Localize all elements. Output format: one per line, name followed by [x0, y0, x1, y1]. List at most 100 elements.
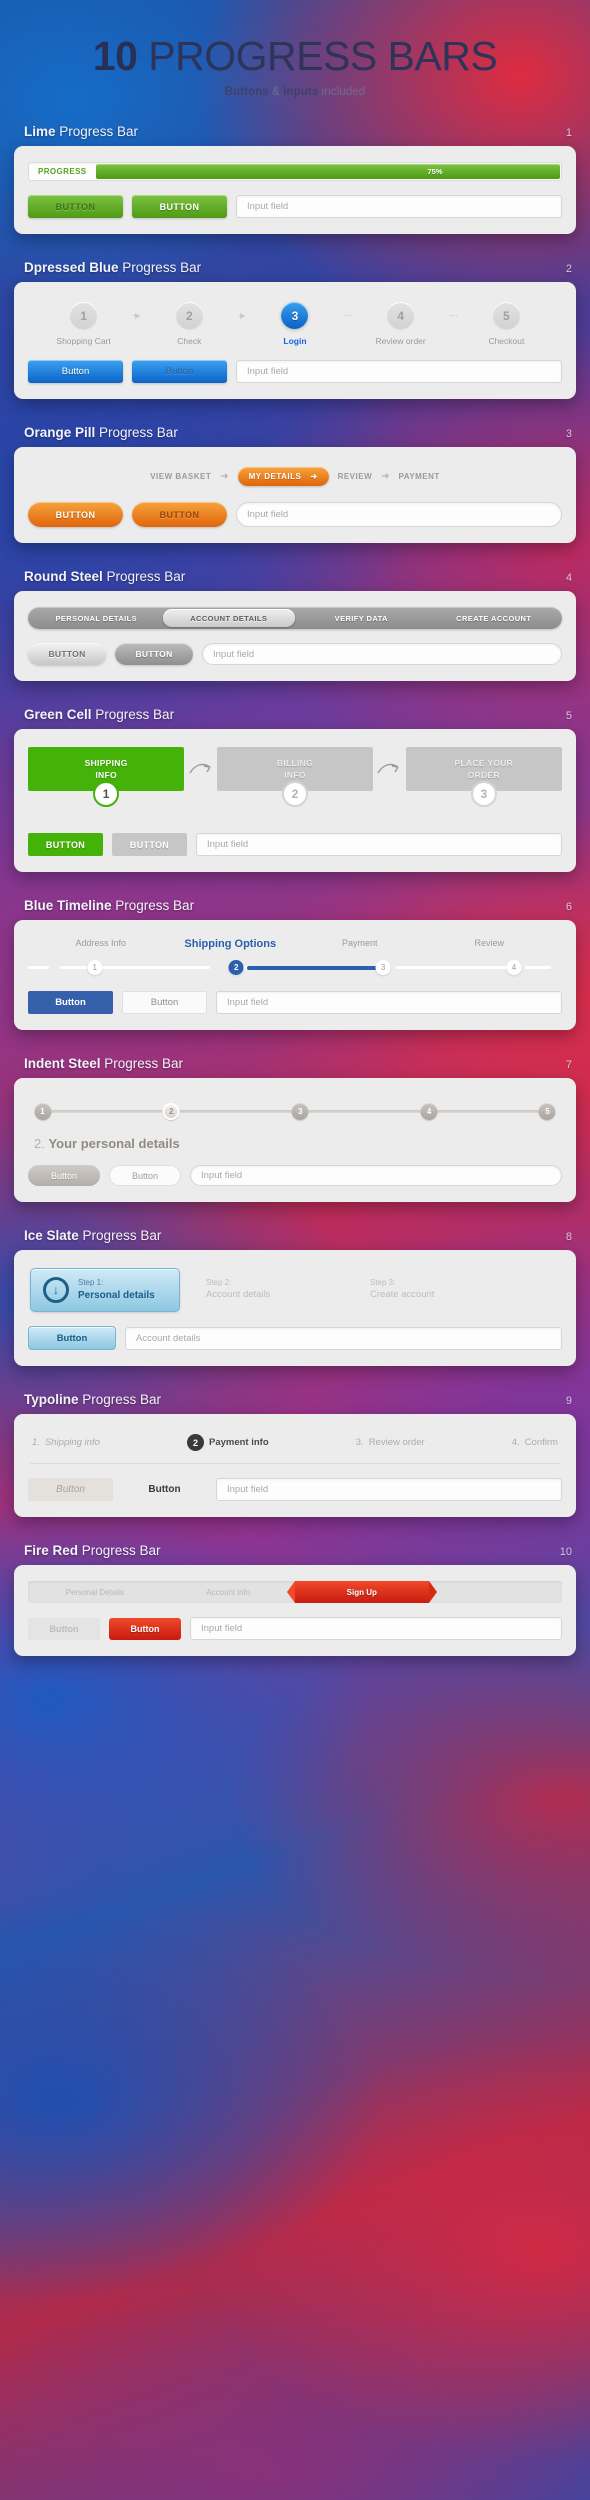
page-title: 10 PROGRESS BARS: [0, 36, 590, 77]
step-item[interactable]: 4 Review order: [351, 302, 450, 346]
step-label[interactable]: Payment: [295, 938, 425, 950]
section-number: 3: [565, 428, 572, 440]
indent-dot[interactable]: 1: [34, 1103, 52, 1120]
fire-step[interactable]: Personal Details: [28, 1581, 162, 1603]
step-label: Shopping Cart: [56, 336, 111, 346]
fire-step-active[interactable]: Sign Up: [287, 1581, 436, 1603]
timeline-dot[interactable]: 3: [375, 960, 391, 975]
timeline-input-field[interactable]: Input field: [216, 991, 562, 1014]
ice-step[interactable]: Step 3: Create account: [358, 1270, 508, 1310]
ice-step-active[interactable]: ↓ Step 1: Personal details: [30, 1268, 180, 1312]
typo-step[interactable]: 1. Shipping info: [32, 1437, 100, 1448]
typoline-controls-row: Button Button Input field: [28, 1478, 562, 1501]
indent-steel-card: 1 2 3 4 5 2. Your personal details Butto…: [14, 1078, 576, 1202]
ice-step[interactable]: Step 2: Account details: [194, 1270, 344, 1310]
step-label-active[interactable]: Shipping Options: [166, 938, 296, 950]
dpressed-blue-button-solid[interactable]: Button: [28, 360, 123, 383]
section-header: Round Steel Progress Bar 4: [14, 569, 576, 591]
lime-button-solid[interactable]: BUTTON: [132, 195, 227, 218]
step-segment[interactable]: VERIFY DATA: [295, 609, 428, 627]
typo-input-field[interactable]: Input field: [216, 1478, 562, 1501]
section-title-bold: Green Cell: [24, 707, 92, 722]
step-item[interactable]: 5 Checkout: [457, 302, 556, 346]
dpressed-blue-button-ghost[interactable]: Button: [132, 360, 227, 383]
step-segment[interactable]: CREATE ACCOUNT: [428, 609, 561, 627]
indent-dot[interactable]: 5: [538, 1103, 556, 1120]
typo-step[interactable]: 3. Review order: [356, 1437, 425, 1448]
fire-button-ghost[interactable]: Button: [28, 1617, 100, 1640]
indent-steel-track: 1 2 3 4 5: [32, 1100, 558, 1122]
step-cell[interactable]: BILLING INFO 2: [216, 747, 374, 807]
section-green-cell: Green Cell Progress Bar 5 SHIPPING INFO …: [0, 707, 590, 872]
indent-dot[interactable]: 4: [420, 1103, 438, 1120]
green-button-grey[interactable]: BUTTON: [112, 833, 187, 856]
ice-slate-steps: ↓ Step 1: Personal details Step 2: Accou…: [28, 1266, 562, 1312]
orange-pill-card: VIEW BASKET ➜ MY DETAILS ➜ REVIEW ➜ PAYM…: [14, 447, 576, 543]
section-header: Green Cell Progress Bar 5: [14, 707, 576, 729]
indent-button-grey[interactable]: Button: [28, 1165, 100, 1186]
typo-button-solid[interactable]: Button: [122, 1478, 207, 1501]
step-item-active[interactable]: 3 Login: [245, 302, 344, 346]
section-round-steel: Round Steel Progress Bar 4 PERSONAL DETA…: [0, 569, 590, 681]
typo-step-number: 3.: [355, 1437, 364, 1448]
typo-button-ghost[interactable]: Button: [28, 1478, 113, 1501]
typo-step-active[interactable]: 2 Payment info: [186, 1434, 269, 1451]
ice-slate-card: ↓ Step 1: Personal details Step 2: Accou…: [14, 1250, 576, 1366]
fire-step[interactable]: [429, 1581, 563, 1603]
step-label[interactable]: VIEW BASKET: [150, 472, 211, 481]
green-cell-controls-row: BUTTON BUTTON Input field: [28, 833, 562, 856]
step-item[interactable]: 1 Shopping Cart: [34, 302, 133, 346]
steel-input-field[interactable]: Input field: [202, 643, 562, 665]
steel-button-light[interactable]: BUTTON: [28, 643, 106, 665]
step-cell-active[interactable]: SHIPPING INFO 1: [28, 747, 185, 807]
timeline-button-solid[interactable]: Button: [28, 991, 113, 1014]
ice-input-field[interactable]: Account details: [125, 1326, 562, 1350]
section-title-bold: Fire Red: [24, 1543, 79, 1558]
step-segment[interactable]: PERSONAL DETAILS: [30, 609, 163, 627]
section-number: 6: [565, 901, 572, 913]
fire-input-field[interactable]: Input field: [190, 1617, 562, 1640]
dpressed-blue-input-field[interactable]: Input field: [236, 360, 562, 383]
fire-step[interactable]: Account info: [162, 1581, 296, 1603]
section-title: Round Steel Progress Bar: [24, 569, 185, 584]
green-cell-card: SHIPPING INFO 1 BILLING INFO 2 PLACE YOU…: [14, 729, 576, 872]
lime-progress-track[interactable]: PROGRESS 75%: [28, 162, 562, 181]
section-title-rest: Progress Bar: [78, 1543, 161, 1558]
section-title: Fire Red Progress Bar: [24, 1543, 161, 1558]
lime-button-ghost[interactable]: BUTTON: [28, 195, 123, 218]
section-title-bold: Orange Pill: [24, 425, 96, 440]
round-steel-bar: PERSONAL DETAILS ACCOUNT DETAILS VERIFY …: [28, 607, 562, 629]
timeline-dot-active[interactable]: 2: [228, 960, 244, 975]
green-input-field[interactable]: Input field: [196, 833, 562, 856]
step-label[interactable]: REVIEW: [338, 472, 373, 481]
step-cell[interactable]: PLACE YOUR ORDER 3: [405, 747, 562, 807]
steel-button-dark[interactable]: BUTTON: [115, 643, 193, 665]
step-label[interactable]: Review: [425, 938, 555, 950]
indent-input-field[interactable]: Input field: [190, 1165, 562, 1186]
lime-input-field[interactable]: Input field: [236, 195, 562, 218]
timeline-dot[interactable]: 1: [87, 960, 103, 975]
step-segment-active[interactable]: ACCOUNT DETAILS: [162, 609, 295, 627]
ice-button[interactable]: Button: [28, 1326, 116, 1350]
indent-dot-active[interactable]: 2: [162, 1103, 180, 1120]
timeline-button-ghost[interactable]: Button: [122, 991, 207, 1014]
orange-input-field[interactable]: Input field: [236, 502, 562, 527]
orange-button-ghost[interactable]: BUTTON: [132, 502, 227, 527]
page-title-count: 10: [92, 33, 138, 79]
indent-dot[interactable]: 3: [291, 1103, 309, 1120]
step-pill-active[interactable]: MY DETAILS ➜: [237, 467, 329, 486]
section-title: Indent Steel Progress Bar: [24, 1056, 183, 1071]
timeline-dot[interactable]: 4: [506, 960, 522, 975]
step-label[interactable]: Address Info: [36, 938, 166, 950]
blue-timeline-track: 1 2 3 4: [28, 957, 562, 977]
blue-timeline-card: Address Info Shipping Options Payment Re…: [14, 920, 576, 1030]
fire-button-solid[interactable]: Button: [109, 1617, 181, 1640]
indent-button-white[interactable]: Button: [109, 1165, 181, 1186]
step-label[interactable]: PAYMENT: [399, 472, 440, 481]
step-item[interactable]: 2 Check: [140, 302, 239, 346]
section-header: Typoline Progress Bar 9: [14, 1392, 576, 1414]
orange-button-solid[interactable]: BUTTON: [28, 502, 123, 527]
typo-step[interactable]: 4. Confirm: [512, 1437, 558, 1448]
typoline-divider: [30, 1463, 560, 1464]
green-button-solid[interactable]: BUTTON: [28, 833, 103, 856]
